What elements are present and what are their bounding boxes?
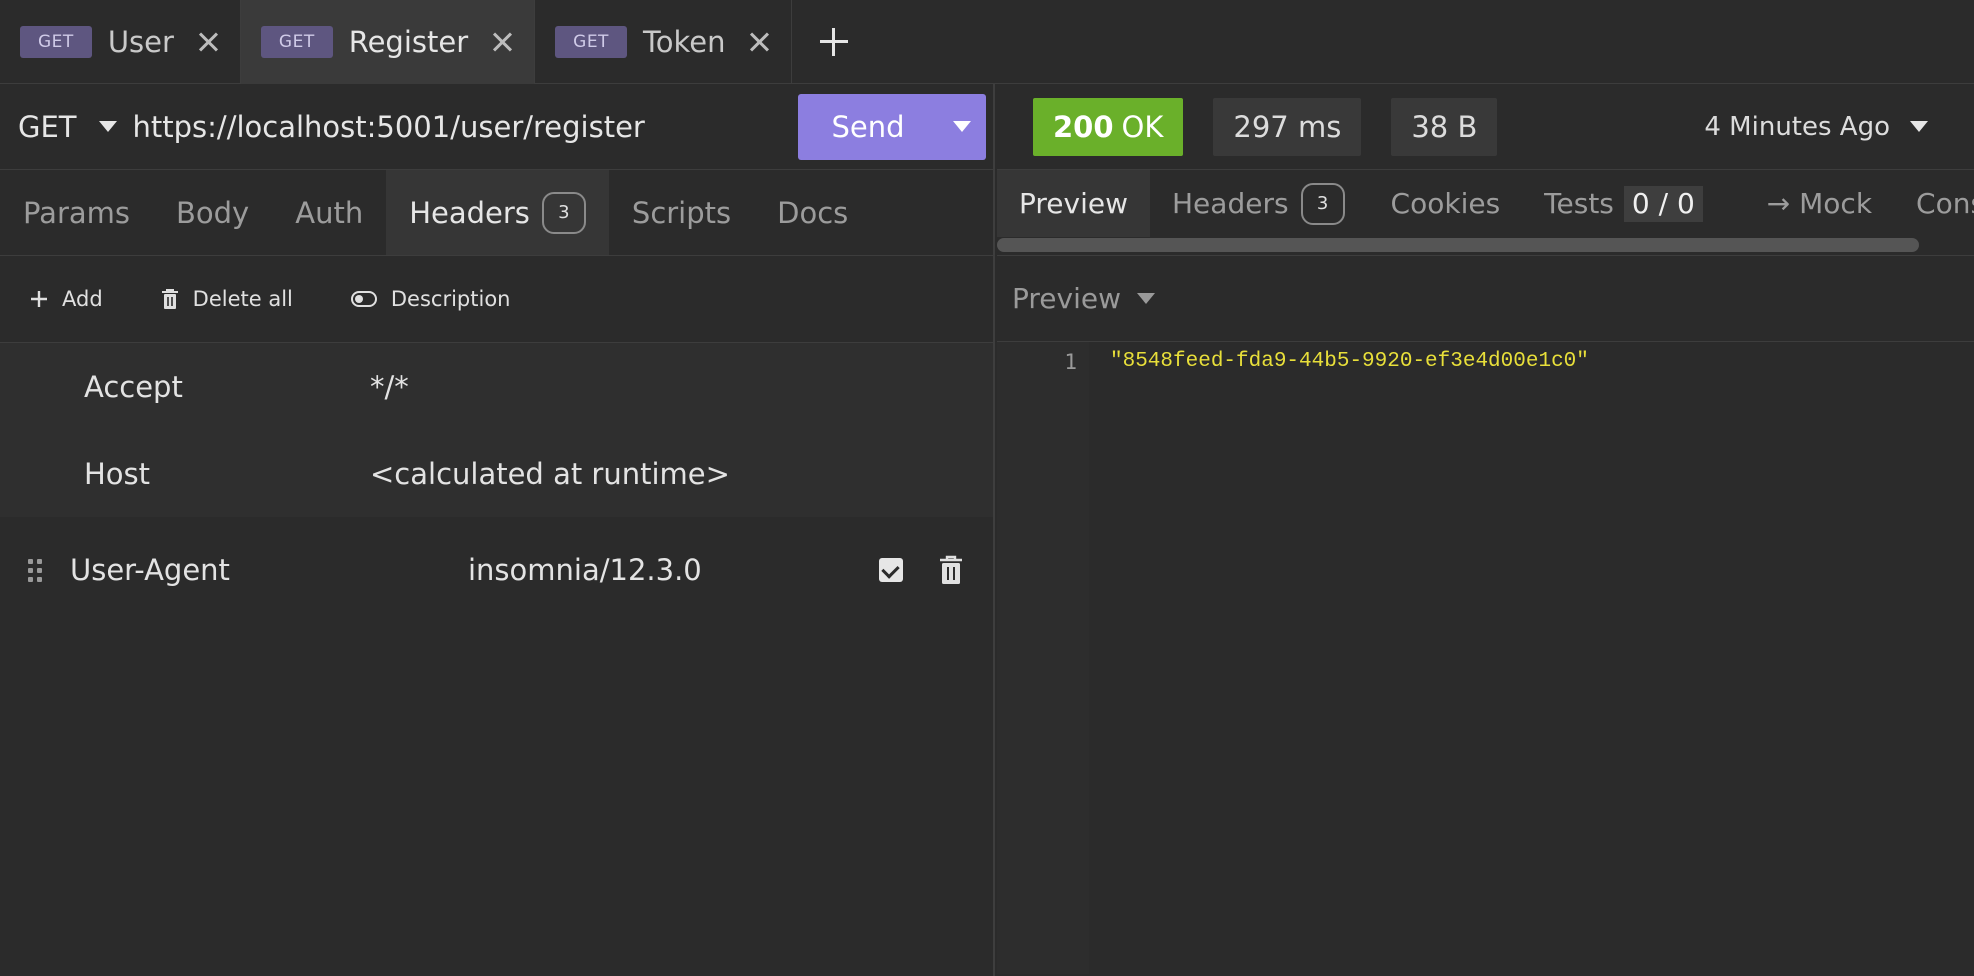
send-button[interactable]: Send bbox=[798, 110, 938, 144]
chevron-down-icon bbox=[953, 121, 971, 132]
description-label: Description bbox=[390, 287, 511, 311]
preview-mode-label: Preview bbox=[1012, 282, 1121, 315]
tab-tests[interactable]: Tests 0 / 0 bbox=[1522, 170, 1725, 237]
method-selector[interactable]: GET bbox=[18, 110, 77, 144]
enable-checkbox[interactable] bbox=[879, 558, 903, 582]
new-tab-button[interactable] bbox=[792, 0, 876, 84]
count-badge: 3 bbox=[1300, 182, 1345, 225]
url-input[interactable]: https://localhost:5001/user/register bbox=[133, 110, 798, 144]
readonly-header-row: Accept */* bbox=[0, 343, 993, 430]
response-size: 38 B bbox=[1391, 97, 1498, 156]
toggle-icon bbox=[350, 291, 377, 307]
plus-icon bbox=[31, 291, 47, 307]
drag-handle-icon[interactable] bbox=[0, 558, 70, 582]
header-key-input[interactable]: User-Agent bbox=[70, 553, 468, 587]
header-row: User-Agent insomnia/12.3.0 bbox=[0, 522, 993, 618]
tab-label: Register bbox=[348, 25, 469, 59]
headers-toolbar: Add Delete all Description bbox=[0, 256, 993, 343]
tab-console[interactable]: Console bbox=[1894, 170, 1974, 237]
history-dropdown[interactable]: 4 Minutes Ago bbox=[1704, 112, 1928, 142]
tab-label: Headers bbox=[1172, 187, 1289, 220]
status-code: 200 bbox=[1053, 109, 1114, 144]
tab-register[interactable]: GET Register bbox=[240, 0, 536, 84]
tab-preview[interactable]: Preview bbox=[997, 170, 1150, 237]
tab-label: User bbox=[107, 25, 174, 59]
tab-headers[interactable]: Headers 3 bbox=[386, 170, 609, 255]
tab-params[interactable]: Params bbox=[0, 170, 153, 255]
close-icon[interactable] bbox=[747, 30, 771, 54]
tab-mock[interactable]: → Mock bbox=[1725, 170, 1894, 237]
plus-icon bbox=[820, 28, 849, 56]
tab-label: Token bbox=[642, 25, 726, 59]
request-tab-bar: GET User GET Register GET Token bbox=[0, 0, 1974, 84]
method-badge: GET bbox=[555, 26, 627, 58]
header-value: */* bbox=[370, 369, 409, 404]
request-pane: GET https://localhost:5001/user/register… bbox=[0, 84, 995, 976]
method-badge: GET bbox=[260, 26, 333, 58]
status-badge: 200 OK bbox=[1033, 97, 1184, 156]
response-pane: 200 OK 297 ms 38 B 4 Minutes Ago Preview… bbox=[997, 84, 1974, 976]
header-key: Host bbox=[84, 456, 151, 491]
send-button-group: Send bbox=[798, 93, 986, 160]
chevron-down-icon bbox=[1910, 121, 1928, 132]
tab-body[interactable]: Body bbox=[153, 170, 272, 255]
response-status-bar: 200 OK 297 ms 38 B 4 Minutes Ago bbox=[997, 84, 1974, 170]
tab-cookies[interactable]: Cookies bbox=[1367, 170, 1523, 237]
add-label: Add bbox=[62, 287, 103, 311]
trash-icon[interactable] bbox=[939, 555, 963, 585]
header-value-input[interactable]: insomnia/12.3.0 bbox=[468, 553, 879, 587]
count-badge: 3 bbox=[541, 191, 586, 234]
header-value: <calculated at runtime> bbox=[370, 456, 730, 491]
description-toggle[interactable]: Description bbox=[350, 287, 511, 311]
add-header-button[interactable]: Add bbox=[30, 287, 103, 311]
close-icon[interactable] bbox=[490, 30, 514, 54]
url-bar: GET https://localhost:5001/user/register… bbox=[0, 84, 993, 170]
response-body: "8548feed-fda9-44b5-9920-ef3e4d00e1c0" bbox=[1110, 350, 1589, 373]
delete-all-button[interactable]: Delete all bbox=[161, 287, 293, 311]
trash-icon bbox=[161, 289, 178, 309]
close-icon[interactable] bbox=[196, 30, 220, 54]
tab-label: Headers bbox=[409, 195, 530, 230]
chevron-down-icon[interactable] bbox=[98, 121, 117, 132]
tab-token[interactable]: GET Token bbox=[535, 0, 793, 84]
tab-user[interactable]: GET User bbox=[0, 0, 241, 84]
delete-all-label: Delete all bbox=[192, 287, 293, 311]
tab-docs[interactable]: Docs bbox=[754, 170, 871, 255]
line-number: 1 bbox=[997, 342, 1089, 974]
response-body-viewer[interactable]: 1 "8548feed-fda9-44b5-9920-ef3e4d00e1c0" bbox=[997, 342, 1974, 974]
tab-scripts[interactable]: Scripts bbox=[609, 170, 754, 255]
method-badge: GET bbox=[20, 26, 92, 58]
history-label: 4 Minutes Ago bbox=[1704, 111, 1890, 142]
request-tabs: Params Body Auth Headers 3 Scripts Docs bbox=[0, 170, 993, 256]
tests-score: 0 / 0 bbox=[1623, 185, 1703, 222]
response-time: 297 ms bbox=[1213, 97, 1362, 156]
horizontal-scrollbar[interactable] bbox=[997, 238, 1919, 252]
response-tabs: Preview Headers 3 Cookies Tests 0 / 0 → … bbox=[997, 170, 1974, 256]
tab-response-headers[interactable]: Headers 3 bbox=[1150, 170, 1367, 237]
preview-mode-dropdown[interactable]: Preview bbox=[997, 256, 1974, 342]
status-text: OK bbox=[1121, 109, 1164, 144]
tab-label: Tests bbox=[1544, 187, 1614, 220]
tab-auth[interactable]: Auth bbox=[272, 170, 386, 255]
readonly-header-row: Host <calculated at runtime> bbox=[0, 430, 993, 517]
chevron-down-icon bbox=[1137, 293, 1155, 304]
header-key: Accept bbox=[84, 369, 183, 404]
send-options-button[interactable] bbox=[938, 94, 986, 160]
